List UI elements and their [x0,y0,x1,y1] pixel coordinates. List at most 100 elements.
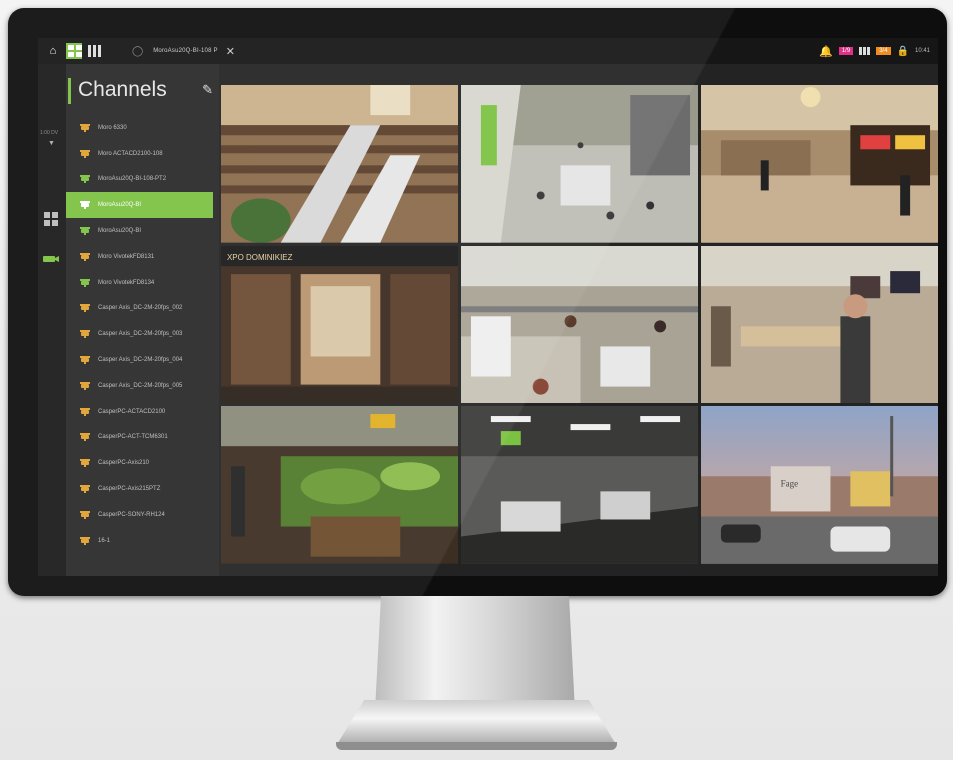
wrench-icon[interactable]: ✎ [202,82,213,98]
video-tile-store-customer[interactable] [701,245,938,404]
channel-label: Casper Axis_DC-2M-20fps_002 [98,305,183,312]
camera-status-icon [80,252,90,261]
channel-label: Moro 6330 [98,124,127,131]
camera-status-icon [80,201,90,210]
store-sign-text: XPO DOMINIKIEZ [227,253,293,262]
video-grid: XPO DOMINIKIEZ Fage [221,85,938,564]
video-tile-electronics-store[interactable] [461,245,698,404]
channel-label: Moro ACTACD2100-108 [98,150,163,157]
top-toolbar: ⌂ ◯ MoroAsu20Q-BI-108 P ✕ 🔔 1/9 3/4 🔒 10… [38,38,938,64]
vms-screen: ⌂ ◯ MoroAsu20Q-BI-108 P ✕ 🔔 1/9 3/4 🔒 10… [38,38,938,576]
channel-label: Casper Axis_DC-2M-20fps_004 [98,357,183,364]
mall-sign-text: Fage [781,479,798,489]
channel-item[interactable]: CasperPC-ACTACD2100 [66,399,219,425]
chevron-down-icon[interactable]: ▼ [48,140,55,147]
storage-icon[interactable] [859,47,871,55]
camera-feed-image [221,406,458,564]
camera-status-icon [80,356,90,365]
monitor-stand-neck [375,596,575,711]
video-tile-mall-corridor-shops[interactable] [701,85,938,243]
channel-item[interactable]: MoroAsu20Q-BI [66,192,213,219]
channel-item[interactable]: MoroAsu20Q-BI [66,218,219,244]
alarm-bell-icon[interactable]: 🔔 [819,45,833,58]
monitor-stand-lip [336,742,617,750]
camera-status-icon [80,381,90,390]
header-accent-bar [68,78,71,104]
shield-icon: ◯ [132,45,144,57]
channel-label: MoroAsu20Q-BI [98,202,142,209]
camera-status-icon [80,149,90,158]
column-view-icon[interactable] [88,45,104,57]
channel-item[interactable]: Casper Axis_DC-2M-20fps_005 [66,373,219,399]
video-tile-mall-atrium[interactable] [221,85,458,243]
channel-item[interactable]: CasperPC-Axis215PTZ [66,476,219,502]
channel-label: CasperPC-ACT-TCM6301 [98,434,168,441]
alert-count-badge[interactable]: 1/9 [838,47,854,55]
channel-item[interactable]: Moro 6330 [66,115,219,141]
monitor-bezel: ⌂ ◯ MoroAsu20Q-BI-108 P ✕ 🔔 1/9 3/4 🔒 10… [8,8,947,596]
camera-feed-image: Fage [701,406,938,564]
camera-status-icon [80,407,90,416]
camera-status-icon [80,459,90,468]
channel-list: Moro 6330 Moro ACTACD2100-108 MoroAsu20Q-B… [66,115,219,554]
channel-label: MoroAsu20Q-BI [98,228,142,235]
close-tab-icon[interactable]: ✕ [226,45,235,58]
home-icon[interactable]: ⌂ [46,44,60,58]
channel-item[interactable]: Moro VivotekFD8131 [66,244,219,270]
storage-badge[interactable]: 3/4 [876,47,891,55]
monitor-stand-base [336,700,617,746]
channel-item[interactable]: CasperPC-Axis210 [66,450,219,476]
video-tile-checkout-lanes[interactable] [461,406,698,564]
camera-feed-image [461,406,698,564]
video-tile-storefront-expo[interactable]: XPO DOMINIKIEZ [221,245,458,404]
channel-label: Moro VivotekFD8131 [98,253,155,260]
grid-view-icon[interactable] [66,43,82,59]
channel-item[interactable]: MoroAsu20Q-BI-108-PT2 [66,167,219,193]
camera-feed-image [701,245,938,404]
channel-label: Moro VivotekFD8134 [98,279,155,286]
camera-status-icon [80,227,90,236]
video-tile-supermarket-produce[interactable] [221,406,458,564]
tab-title[interactable]: MoroAsu20Q-BI-108 P [153,48,218,54]
channel-label: CasperPC-SONY-RH124 [98,511,165,518]
channel-label: CasperPC-Axis210 [98,460,150,467]
camera-feed-image [461,245,698,404]
channel-item[interactable]: CasperPC-SONY-RH124 [66,502,219,528]
camera-feed-image: XPO DOMINIKIEZ [221,245,458,404]
camera-feed-image [221,85,458,243]
channel-item[interactable]: 16-1 [66,528,219,554]
camera-status-icon [80,536,90,545]
camera-status-icon [80,510,90,519]
layout-grid-icon[interactable] [44,212,58,226]
channel-item[interactable]: Casper Axis_DC-2M-20fps_004 [66,347,219,373]
lock-icon[interactable]: 🔒 [897,46,909,57]
channel-label: Casper Axis_DC-2M-20fps_003 [98,331,183,338]
left-rail: 1:00 DV ▼ [38,64,66,576]
channel-label: CasperPC-Axis215PTZ [98,486,161,493]
video-tile-mall-concourse[interactable] [461,85,698,243]
camera-status-icon [80,278,90,287]
camera-feed-image [701,85,938,243]
camera-icon[interactable] [43,254,59,264]
camera-status-icon [80,175,90,184]
camera-status-icon [80,304,90,313]
channel-label: CasperPC-ACTACD2100 [98,408,166,415]
channel-label: Casper Axis_DC-2M-20fps_005 [98,382,183,389]
channel-item[interactable]: Moro VivotekFD8134 [66,270,219,296]
channel-item[interactable]: Moro ACTACD2100-108 [66,141,219,167]
channel-item[interactable]: Casper Axis_DC-2M-20fps_003 [66,321,219,347]
clock-time: 10:41 [914,48,930,54]
channels-title: Channels [78,78,167,101]
camera-feed-image [461,85,698,243]
camera-status-icon [80,123,90,132]
channel-label: MoroAsu20Q-BI-108-PT2 [98,176,167,183]
channel-item[interactable]: CasperPC-ACT-TCM6301 [66,425,219,451]
channels-panel: Channels ✎ Moro 6330 Moro ACTACD2100-108 M… [66,64,219,576]
camera-status-icon [80,485,90,494]
rail-time: 1:00 DV [40,130,59,136]
channel-label: 16-1 [98,537,111,544]
video-tile-parking-lot[interactable]: Fage [701,406,938,564]
channels-header: Channels ✎ [66,76,219,106]
camera-status-icon [80,330,90,339]
channel-item[interactable]: Casper Axis_DC-2M-20fps_002 [66,296,219,322]
